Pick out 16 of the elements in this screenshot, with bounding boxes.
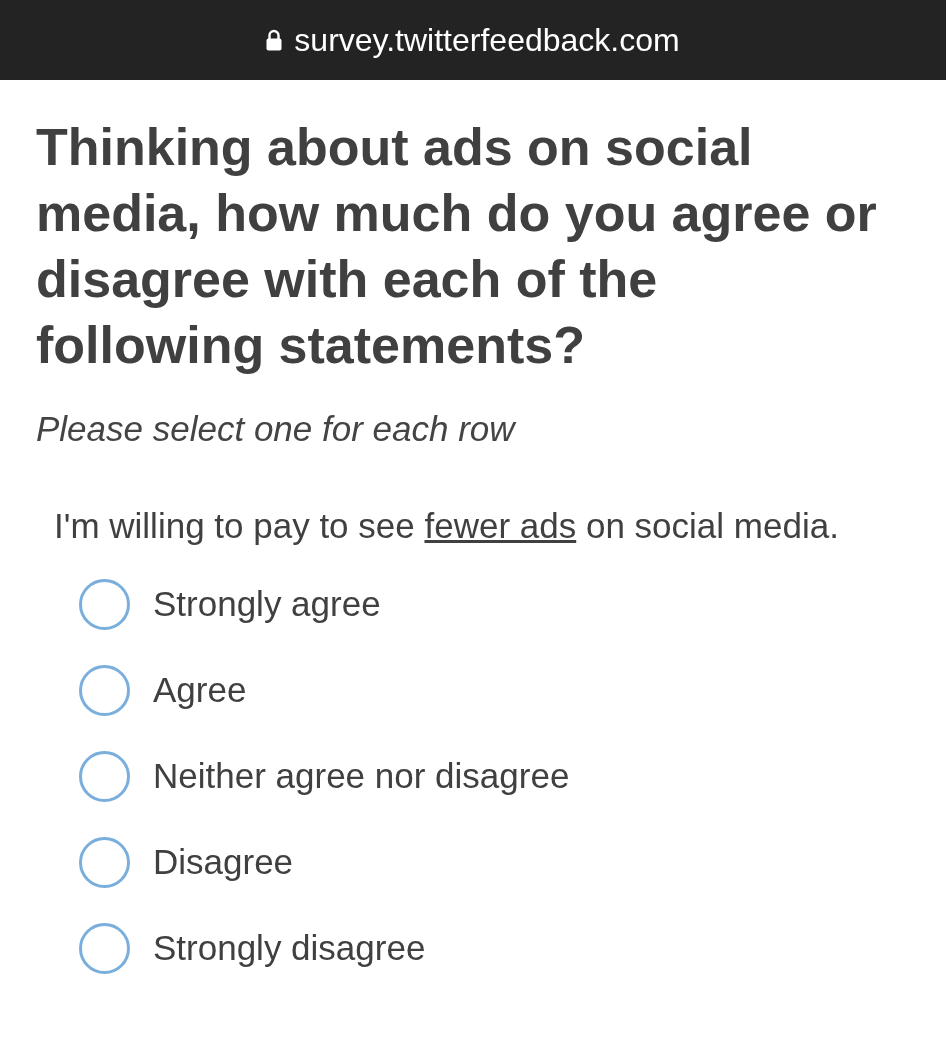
radio-button[interactable] <box>79 922 130 974</box>
lock-icon <box>266 29 283 51</box>
radio-button[interactable] <box>79 750 130 802</box>
fewer-ads-link[interactable]: fewer ads <box>424 506 577 545</box>
radio-button[interactable] <box>79 836 130 888</box>
option-label[interactable]: Strongly agree <box>153 583 381 625</box>
option-label[interactable]: Disagree <box>153 841 294 883</box>
statement-text: I'm willing to pay to see fewer ads on social media. <box>54 505 840 547</box>
question-title: Thinking about ads on social media, how much do you agree or disagree with each of the following statements? <box>36 117 878 376</box>
option-label[interactable]: Neither agree nor disagree <box>153 755 570 797</box>
option-label[interactable]: Strongly disagree <box>153 927 426 969</box>
option-label[interactable]: Agree <box>153 669 247 711</box>
radio-button[interactable] <box>79 578 130 630</box>
radio-button[interactable] <box>79 664 130 716</box>
instruction-text: Please select one for each row <box>36 408 518 450</box>
url-text[interactable]: survey.twitterfeedback.com <box>294 21 680 59</box>
